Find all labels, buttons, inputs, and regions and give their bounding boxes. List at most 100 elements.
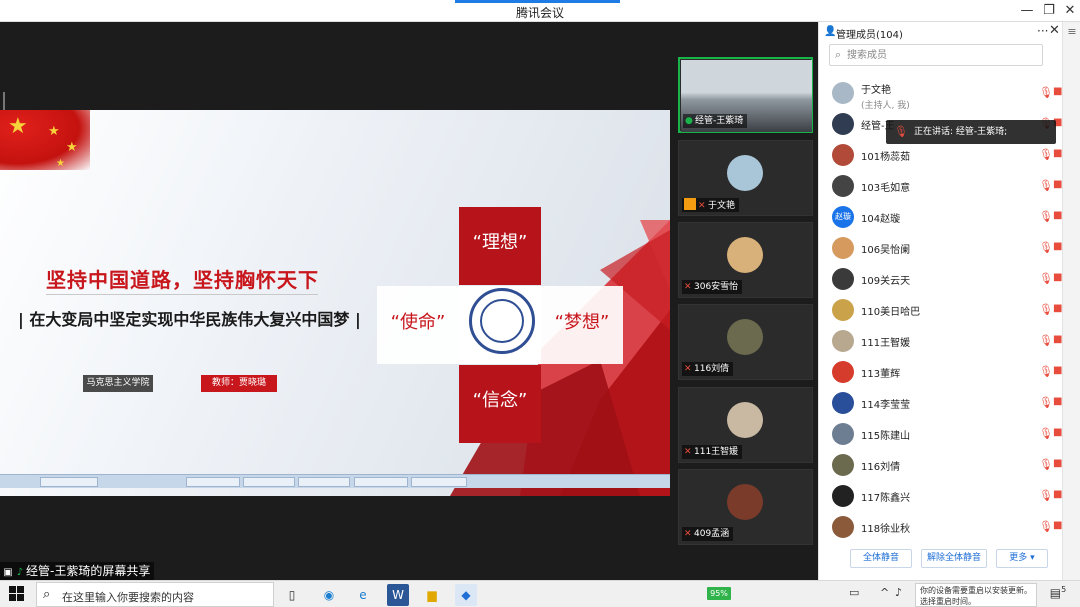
mic-muted-icon[interactable]: 🎙 (1039, 179, 1053, 192)
speaking-text: 正在讲话: 经管-王紫琦; (914, 127, 1008, 137)
member-row[interactable]: 114李莹莹 🎙 ■ (819, 387, 1063, 418)
member-name: 101杨蕊茹 (861, 152, 911, 163)
avatar (832, 299, 854, 321)
slide-title: 坚持中国道路，坚持胸怀天下 (46, 268, 319, 292)
avatar (832, 330, 854, 352)
chevron-up-icon[interactable]: ^ (880, 586, 889, 599)
member-row[interactable]: 116刘倩 🎙 ■ (819, 449, 1063, 480)
device-icon[interactable]: ▭ (849, 586, 859, 599)
menu-icon[interactable]: ≡ (1064, 25, 1080, 41)
panel-mission: “使命” (377, 286, 459, 364)
tile-label: ✕ 409孟涵 (682, 527, 734, 541)
taskbar-search-box[interactable]: ⌕ 在这里输入你要搜索的内容 (36, 582, 274, 607)
avatar (727, 237, 763, 273)
panel-belief: “信念” (459, 365, 541, 443)
video-tile[interactable]: ● 经管-王紫琦 (678, 57, 813, 133)
close-button[interactable]: ✕ (1061, 2, 1079, 20)
member-name: 103毛如意 (861, 183, 911, 194)
star-icon: ★ (66, 140, 78, 155)
video-tile[interactable]: ✕ 111王智媛 (678, 387, 813, 463)
member-row[interactable]: 赵璇 104赵璇 🎙 ■ (819, 201, 1063, 232)
mute-all-button[interactable]: 全体静音 (850, 549, 912, 568)
member-name-text: 于文艳 (861, 85, 891, 96)
avatar (832, 113, 854, 135)
members-panel: 👤 管理成员(104) ··· ✕ ⌕ 于文艳(主持人, 我) 🎙■ 经管-王 … (818, 22, 1062, 580)
battery-indicator: 95% (707, 587, 731, 600)
avatar (832, 392, 854, 414)
mic-muted-icon[interactable]: 🎙 (1039, 396, 1053, 409)
mic-muted-icon[interactable]: 🎙 (1039, 489, 1053, 502)
avatar (832, 454, 854, 476)
mic-muted-icon: ✕ (684, 529, 692, 539)
member-name: 113董辉 (861, 369, 901, 380)
member-row[interactable]: 106吴怡阑 🎙 ■ (819, 232, 1063, 263)
org-tag: 马克思主义学院 (83, 375, 153, 392)
member-name: 115陈建山 (861, 431, 911, 442)
mic-muted-icon[interactable]: 🎙 (1039, 303, 1053, 316)
mic-muted-icon[interactable]: 🎙 (1039, 210, 1053, 223)
speaker-icon[interactable]: ♪ (895, 586, 902, 599)
avatar: 赵璇 (832, 206, 854, 228)
word-icon[interactable]: W (387, 584, 409, 606)
member-row[interactable]: 117陈鑫兴 🎙 ■ (819, 480, 1063, 511)
avatar (832, 82, 854, 104)
panel-dream: “梦想” (541, 286, 623, 364)
minimize-button[interactable]: — (1018, 2, 1036, 20)
tile-name: 116刘倩 (694, 364, 730, 374)
slide-subtitle: | 在大变局中坚定实现中华民族伟大复兴中国梦 | (18, 310, 361, 329)
tencent-meeting-icon[interactable]: ◆ (455, 584, 477, 606)
member-name: 106吴怡阑 (861, 245, 911, 256)
avatar (832, 485, 854, 507)
member-row[interactable]: 103毛如意 🎙 ■ (819, 170, 1063, 201)
more-button[interactable]: 更多 ▾ (996, 549, 1048, 568)
video-tile[interactable]: ✕ 306安雪怡 (678, 222, 813, 298)
window-title: 腾讯会议 (515, 6, 564, 20)
update-notification[interactable]: 你的设备需要重启以安装更新。 选择重启时间。 (915, 583, 1037, 607)
edge-icon[interactable]: ◉ (318, 584, 340, 606)
member-row[interactable]: 于文艳 (主持人, 我) 🎙 ■ (819, 77, 1063, 111)
member-row[interactable]: 115陈建山 🎙 ■ (819, 418, 1063, 449)
member-name: 118徐业秋 (861, 524, 911, 535)
teacher-tag: 教师：贾晓璐 (201, 375, 277, 392)
mic-muted-icon[interactable]: 🎙 (1039, 520, 1053, 533)
star-icon: ★ (56, 158, 65, 169)
member-name: 109关云天 (861, 276, 911, 287)
member-search-input[interactable] (847, 47, 1037, 63)
mic-muted-icon[interactable]: 🎙 (1039, 241, 1053, 254)
video-tile[interactable]: ✕ 116刘倩 (678, 304, 813, 380)
close-panel-button[interactable]: ✕ (1049, 23, 1060, 38)
mic-muted-icon[interactable]: 🎙 (1039, 365, 1053, 378)
mic-muted-icon[interactable]: 🎙 (1039, 272, 1053, 285)
member-row[interactable]: 109关云天 🎙 ■ (819, 263, 1063, 294)
member-search[interactable]: ⌕ (829, 44, 1043, 66)
avatar (727, 319, 763, 355)
maximize-button[interactable]: ❐ (1040, 2, 1058, 20)
mic-muted-icon[interactable]: 🎙 (1039, 148, 1053, 161)
shared-taskbar-item (186, 477, 240, 487)
mic-icon: 🎙 (894, 125, 908, 138)
video-tile[interactable]: ✕ 于文艳 (678, 140, 813, 216)
more-options-button[interactable]: ··· (1037, 24, 1048, 38)
file-explorer-icon[interactable]: ▆ (421, 584, 443, 606)
mic-on-icon: ● (685, 116, 693, 126)
mic-muted-icon[interactable]: 🎙 (1039, 334, 1053, 347)
browser-icon[interactable]: e (352, 584, 374, 606)
video-tile[interactable]: ✕ 409孟涵 (678, 469, 813, 545)
unmute-all-button[interactable]: 解除全体静音 (921, 549, 987, 568)
notification-center-icon[interactable]: ▤5 (1046, 585, 1070, 605)
member-row[interactable]: 118徐业秋 🎙 ■ (819, 511, 1063, 542)
mic-muted-icon[interactable]: 🎙 (1039, 427, 1053, 440)
mic-muted-icon[interactable]: 🎙 (1039, 86, 1053, 99)
panel-ideal: “理想” (459, 207, 541, 285)
windows-start-icon[interactable] (9, 586, 25, 602)
tile-label: ✕ 306安雪怡 (682, 280, 743, 294)
task-view-icon[interactable]: ▯ (281, 584, 303, 606)
avatar (832, 237, 854, 259)
member-row[interactable]: 113董辉 🎙 ■ (819, 356, 1063, 387)
member-row[interactable]: 111王智媛 🎙 ■ (819, 325, 1063, 356)
mic-muted-icon: ✕ (684, 447, 692, 457)
mic-muted-icon[interactable]: 🎙 (1039, 458, 1053, 471)
member-row[interactable]: 110美日哈巴 🎙 ■ (819, 294, 1063, 325)
member-name: 114李莹莹 (861, 400, 911, 411)
shared-taskbar-item (411, 477, 467, 487)
